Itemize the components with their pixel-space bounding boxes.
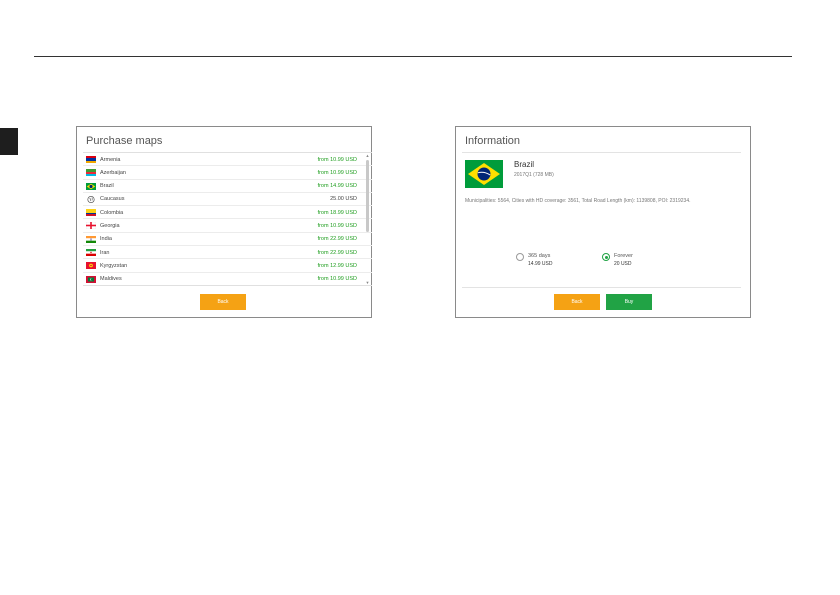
- list-item-kyrgyzstan[interactable]: Kyrgyzstan from 12.99 USD: [83, 259, 372, 273]
- list-item-georgia[interactable]: Georgia from 10.99 USD: [83, 219, 372, 233]
- information-panel: Information Brazil 2017Q1 (728 MB) Munic…: [455, 126, 751, 318]
- country-name: Kyrgyzstan: [100, 262, 128, 269]
- option-label: 365 days: [528, 253, 551, 259]
- list-item-brazil[interactable]: Brazil from 14.99 USD: [83, 180, 372, 193]
- list-scrollbar[interactable]: ▲ ▼: [365, 154, 370, 285]
- list-item-iran[interactable]: Iran from 22.99 USD: [83, 246, 372, 260]
- list-item-india[interactable]: India from 22.99 USD: [83, 233, 372, 247]
- list-item-armenia[interactable]: Armenia from 10.99 USD: [83, 153, 372, 167]
- header-divider: [34, 56, 792, 57]
- list-item-azerbaijan[interactable]: Azerbaijan from 10.99 USD: [83, 166, 372, 180]
- list-item-caucasus[interactable]: Caucasus 25.00 USD: [83, 193, 372, 207]
- list-item-maldives[interactable]: Maldives from 10.99 USD: [83, 273, 372, 285]
- country-price: 25.00 USD: [330, 196, 357, 203]
- country-name: Iran: [100, 249, 110, 256]
- country-name: Azerbaijan: [100, 169, 126, 176]
- globe-icon: [86, 195, 96, 203]
- radio-button[interactable]: [516, 253, 524, 261]
- kyrgyzstan-flag-icon: [86, 262, 96, 270]
- country-price: from 10.99 USD: [317, 276, 357, 283]
- scroll-down-arrow-icon[interactable]: ▼: [365, 281, 370, 285]
- side-tab-marker: [0, 128, 18, 155]
- title-divider: [462, 152, 741, 153]
- maldives-flag-icon: [86, 275, 96, 283]
- radio-button-selected[interactable]: [602, 253, 610, 261]
- country-price: from 10.99 USD: [317, 222, 357, 229]
- country-price: from 12.99 USD: [317, 262, 357, 269]
- country-name: Armenia: [100, 156, 121, 163]
- colombia-flag-icon: [86, 209, 96, 217]
- iran-flag-icon: [86, 249, 96, 257]
- country-price: from 18.99 USD: [317, 209, 357, 216]
- map-version: 2017Q1 (728 MB): [514, 172, 554, 178]
- country-name: India: [100, 236, 112, 243]
- purchase-maps-panel: Purchase maps Armenia from 10.99 USD Aze…: [76, 126, 372, 318]
- georgia-flag-icon: [86, 222, 96, 230]
- armenia-flag-icon: [86, 156, 96, 163]
- azerbaijan-flag-icon: [86, 169, 96, 177]
- scroll-up-arrow-icon[interactable]: ▲: [365, 154, 370, 158]
- footer-divider: [462, 287, 741, 288]
- country-price: from 22.99 USD: [317, 249, 357, 256]
- back-button[interactable]: Back: [554, 294, 600, 310]
- country-price: from 14.99 USD: [317, 183, 357, 190]
- panel-title: Purchase maps: [86, 135, 163, 147]
- brazil-flag-icon: [465, 160, 503, 188]
- back-button[interactable]: Back: [200, 294, 246, 310]
- brazil-flag-icon: [86, 182, 96, 190]
- option-label: Forever: [614, 253, 633, 259]
- country-price: from 22.99 USD: [317, 236, 357, 243]
- country-name: Georgia: [100, 222, 120, 229]
- country-price: from 10.99 USD: [317, 169, 357, 176]
- option-price: 14.99 USD: [528, 261, 553, 267]
- list-item-colombia[interactable]: Colombia from 18.99 USD: [83, 206, 372, 220]
- country-price: from 10.99 USD: [317, 156, 357, 163]
- country-title: Brazil: [514, 160, 535, 169]
- india-flag-icon: [86, 235, 96, 243]
- buy-button[interactable]: Buy: [606, 294, 652, 310]
- country-name: Brazil: [100, 183, 114, 190]
- country-name: Colombia: [100, 209, 124, 216]
- scrollbar-thumb[interactable]: [366, 160, 369, 232]
- country-name: Caucasus: [100, 196, 125, 203]
- country-name: Maldives: [100, 276, 122, 283]
- country-statistics: Municipalities: 5564, Cities with HD cov…: [465, 198, 691, 204]
- country-list: Armenia from 10.99 USD Azerbaijan from 1…: [83, 152, 372, 286]
- panel-title: Information: [465, 135, 521, 147]
- option-price: 20 USD: [614, 261, 632, 267]
